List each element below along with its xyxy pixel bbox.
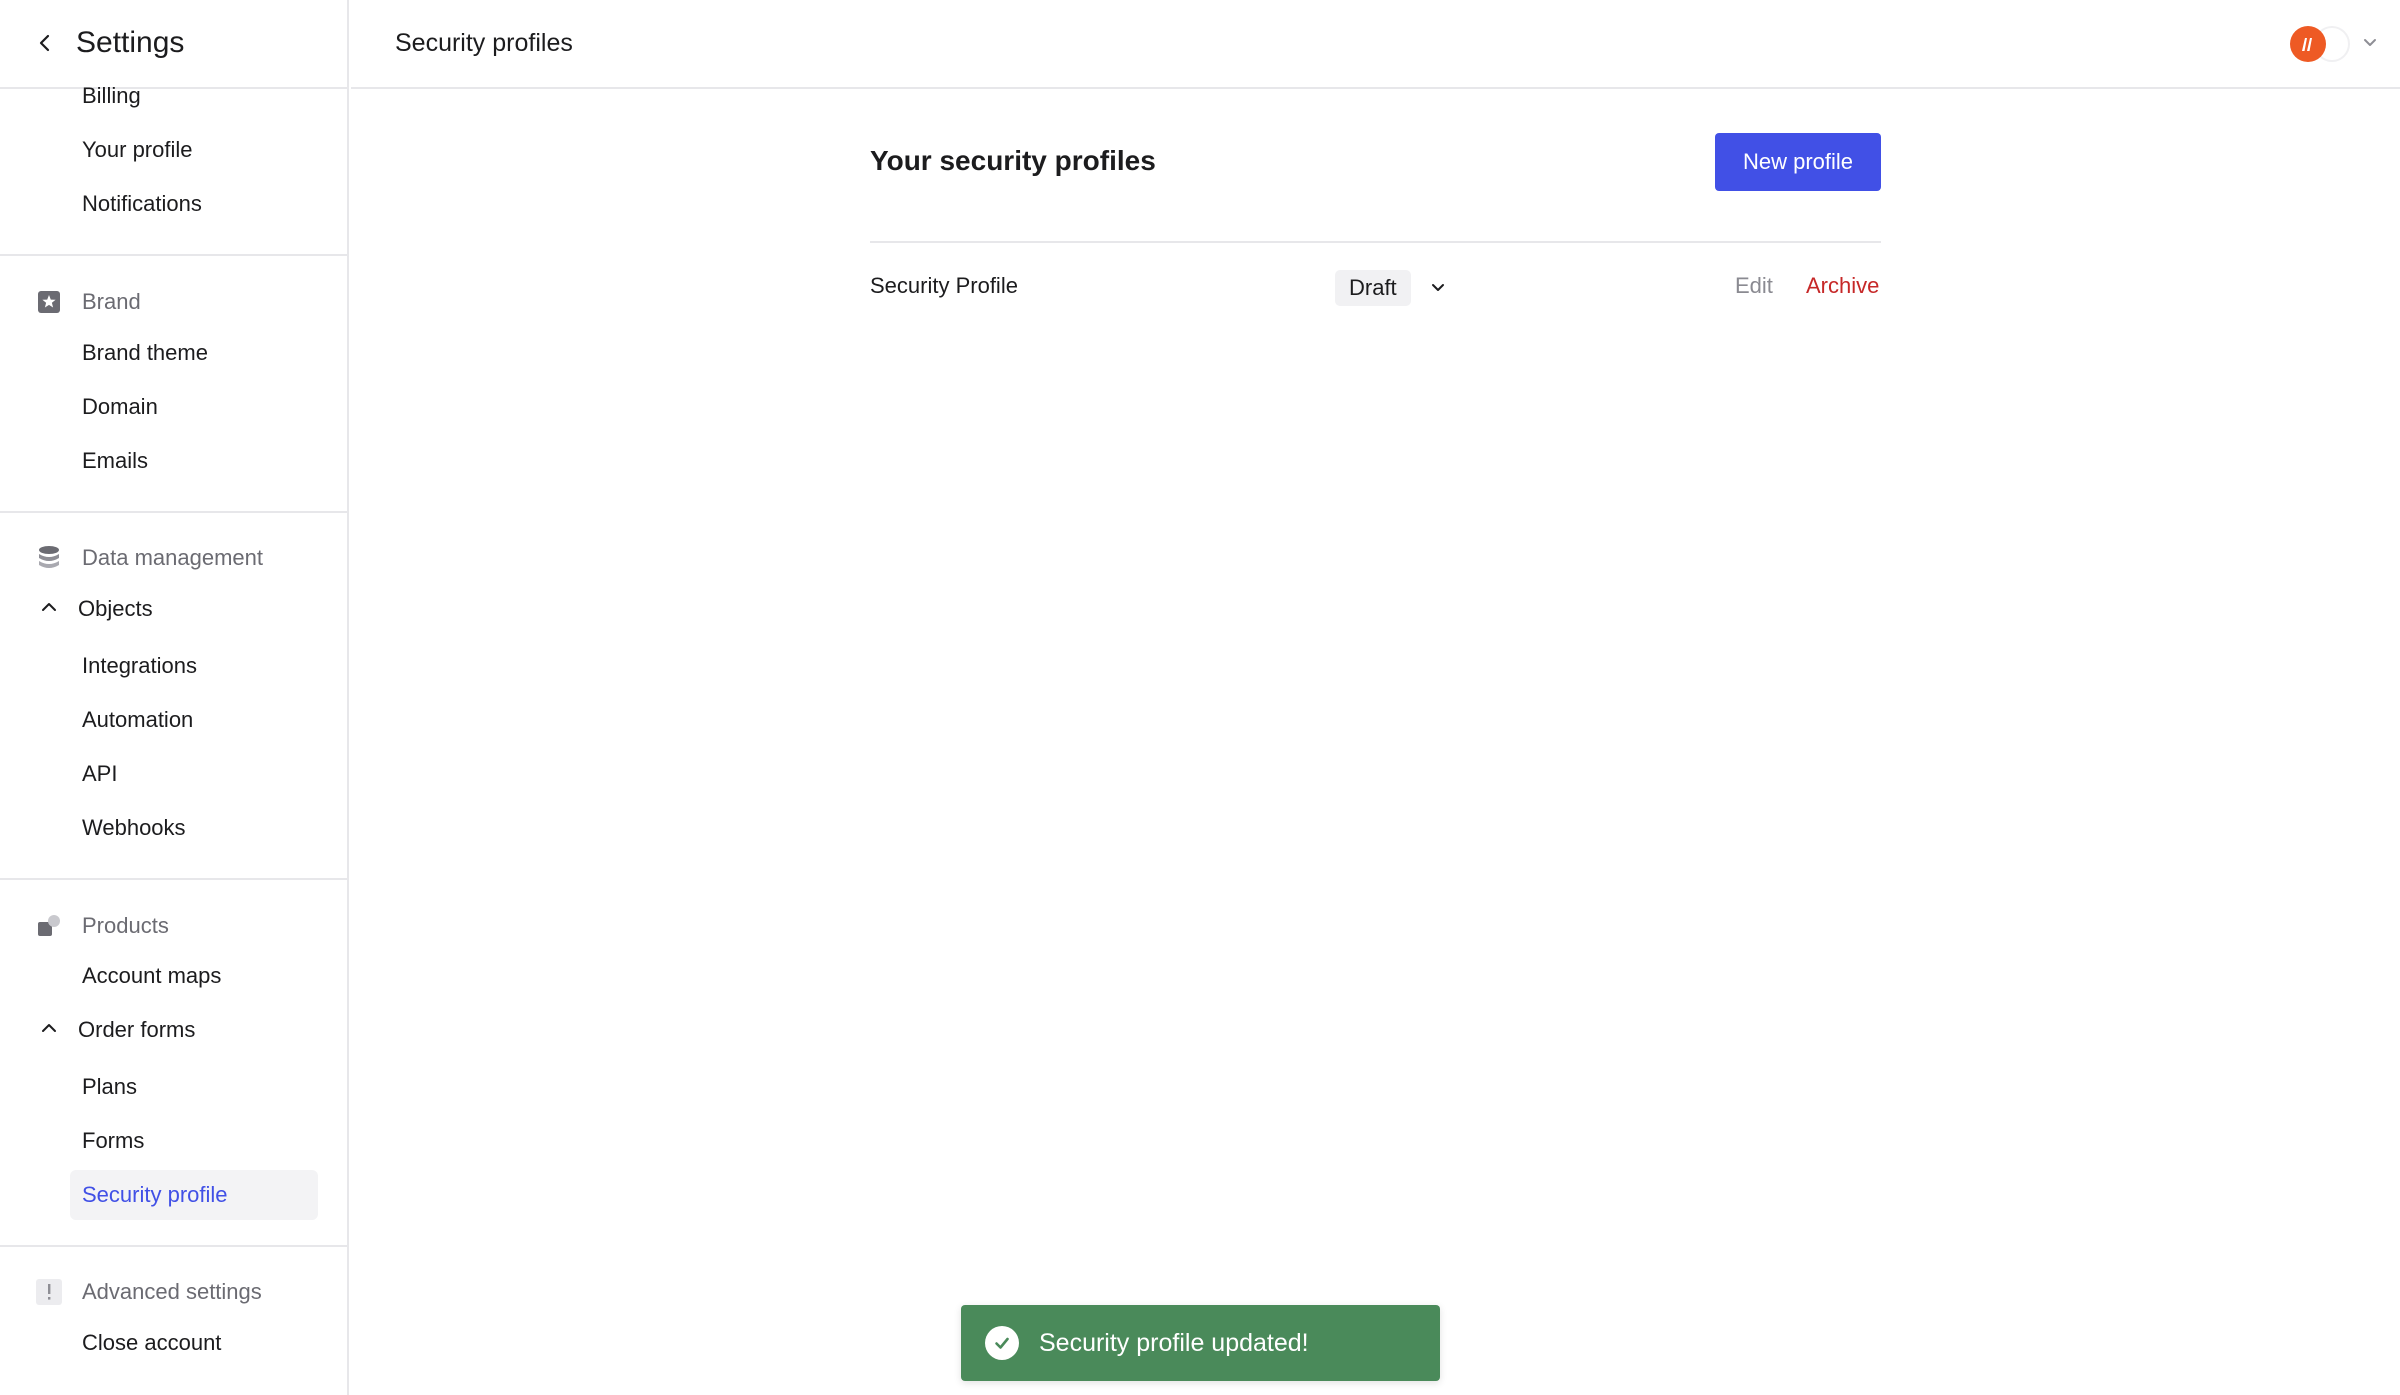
sidebar-item-plans[interactable]: Plans — [82, 1072, 137, 1102]
sidebar-divider — [0, 511, 349, 513]
edit-link[interactable]: Edit — [1735, 273, 1773, 299]
section-heading: Your security profiles — [870, 145, 1156, 176]
sidebar-item-automation[interactable]: Automation — [82, 705, 193, 735]
top-bar: Security profiles — [351, 0, 2400, 89]
sidebar-item-account-maps[interactable]: Account maps — [82, 961, 221, 991]
sidebar-title: Settings — [76, 26, 185, 59]
avatar — [2290, 26, 2326, 62]
sidebar-group-advanced-settings: Advanced settings — [36, 1277, 262, 1307]
chevron-down-icon[interactable] — [1426, 275, 1450, 299]
sidebar-toggle-order-forms[interactable]: Order forms — [40, 1015, 195, 1045]
row-divider — [870, 241, 1881, 243]
sidebar-toggle-label: Objects — [78, 596, 153, 621]
chevron-down-icon — [2360, 32, 2380, 57]
success-toast: Security profile updated! — [961, 1305, 1440, 1381]
star-icon — [36, 289, 62, 315]
sidebar-group-data-management: Data management — [36, 543, 263, 573]
sidebar-item-security-profile[interactable]: Security profile — [70, 1170, 318, 1220]
sidebar-item-brand-theme[interactable]: Brand theme — [82, 338, 208, 368]
sidebar-item-forms[interactable]: Forms — [82, 1126, 144, 1156]
sidebar-item-your-profile[interactable]: Your profile — [82, 135, 192, 165]
profile-name: Security Profile — [870, 273, 1018, 298]
sidebar-item-integrations[interactable]: Integrations — [82, 651, 197, 681]
sidebar-group-label: Products — [82, 913, 169, 938]
sidebar-group-products: Products — [36, 911, 169, 941]
sidebar-divider — [0, 1245, 349, 1247]
sidebar-group-label: Brand — [82, 289, 141, 314]
sidebar-toggle-objects[interactable]: Objects — [40, 594, 153, 624]
sidebar-item-billing[interactable]: Billing — [82, 81, 141, 111]
archive-link[interactable]: Archive — [1806, 273, 1879, 299]
sidebar-item-webhooks[interactable]: Webhooks — [82, 813, 186, 843]
sidebar-divider — [0, 878, 349, 880]
sidebar-toggle-label: Order forms — [78, 1017, 196, 1042]
sidebar-group-label: Data management — [82, 545, 263, 570]
toast-message: Security profile updated! — [1039, 1328, 1309, 1357]
sidebar-group-label: Advanced settings — [82, 1279, 262, 1304]
sidebar-item-domain[interactable]: Domain — [82, 392, 158, 422]
check-circle-icon — [985, 1326, 1019, 1360]
sidebar-group-brand: Brand — [36, 287, 141, 317]
new-profile-button[interactable]: New profile — [1715, 133, 1881, 191]
sidebar-header: Settings — [0, 0, 349, 89]
page-title: Security profiles — [395, 29, 573, 57]
database-icon — [36, 545, 62, 571]
sidebar-divider — [0, 254, 349, 256]
sidebar-item-api[interactable]: API — [82, 759, 117, 789]
status-badge[interactable]: Draft — [1335, 270, 1411, 306]
user-menu[interactable] — [2290, 26, 2380, 62]
products-icon — [36, 913, 62, 939]
sidebar-item-notifications[interactable]: Notifications — [82, 189, 202, 219]
back-arrow-icon[interactable] — [30, 28, 60, 58]
sidebar-item-emails[interactable]: Emails — [82, 446, 148, 476]
sidebar-item-close-account[interactable]: Close account — [82, 1328, 221, 1358]
chevron-up-icon — [40, 1015, 58, 1045]
chevron-up-icon — [40, 594, 58, 624]
settings-sidebar: Settings Billing Your profile Notificati… — [0, 0, 349, 1395]
warning-icon — [36, 1279, 62, 1305]
